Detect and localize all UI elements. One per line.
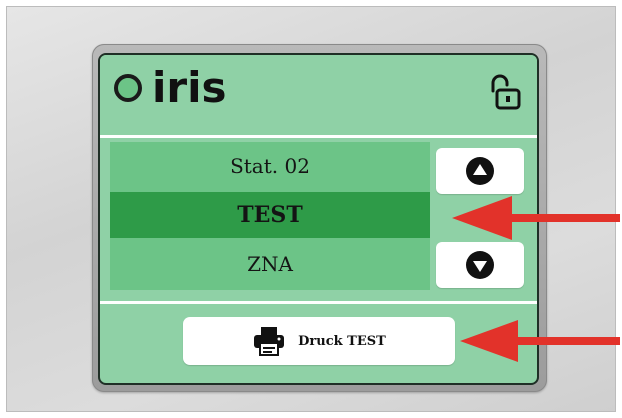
print-button[interactable]: Druck TEST [183,317,455,365]
station-item[interactable]: Stat. 02 [110,142,430,190]
status-indicator-icon [114,74,142,102]
arrow-to-print-button [460,320,620,362]
display-header: iris [100,55,537,135]
footer-separator [100,301,537,304]
printer-icon [254,327,285,356]
unlocked-padlock-icon[interactable] [487,73,523,111]
brand-logo: iris [152,63,227,112]
arrow-down-circle-icon [466,251,494,279]
print-button-label: Druck TEST [298,333,386,349]
station-item-selected[interactable]: TEST [110,192,430,238]
header-separator [100,135,537,138]
arrow-up-circle-icon [466,157,494,185]
scroll-up-button[interactable] [436,148,524,194]
station-item[interactable]: ZNA [110,240,430,288]
arrow-to-selected-station [452,196,620,240]
scroll-down-button[interactable] [436,242,524,288]
station-list: Stat. 02 TEST ZNA [110,142,430,290]
